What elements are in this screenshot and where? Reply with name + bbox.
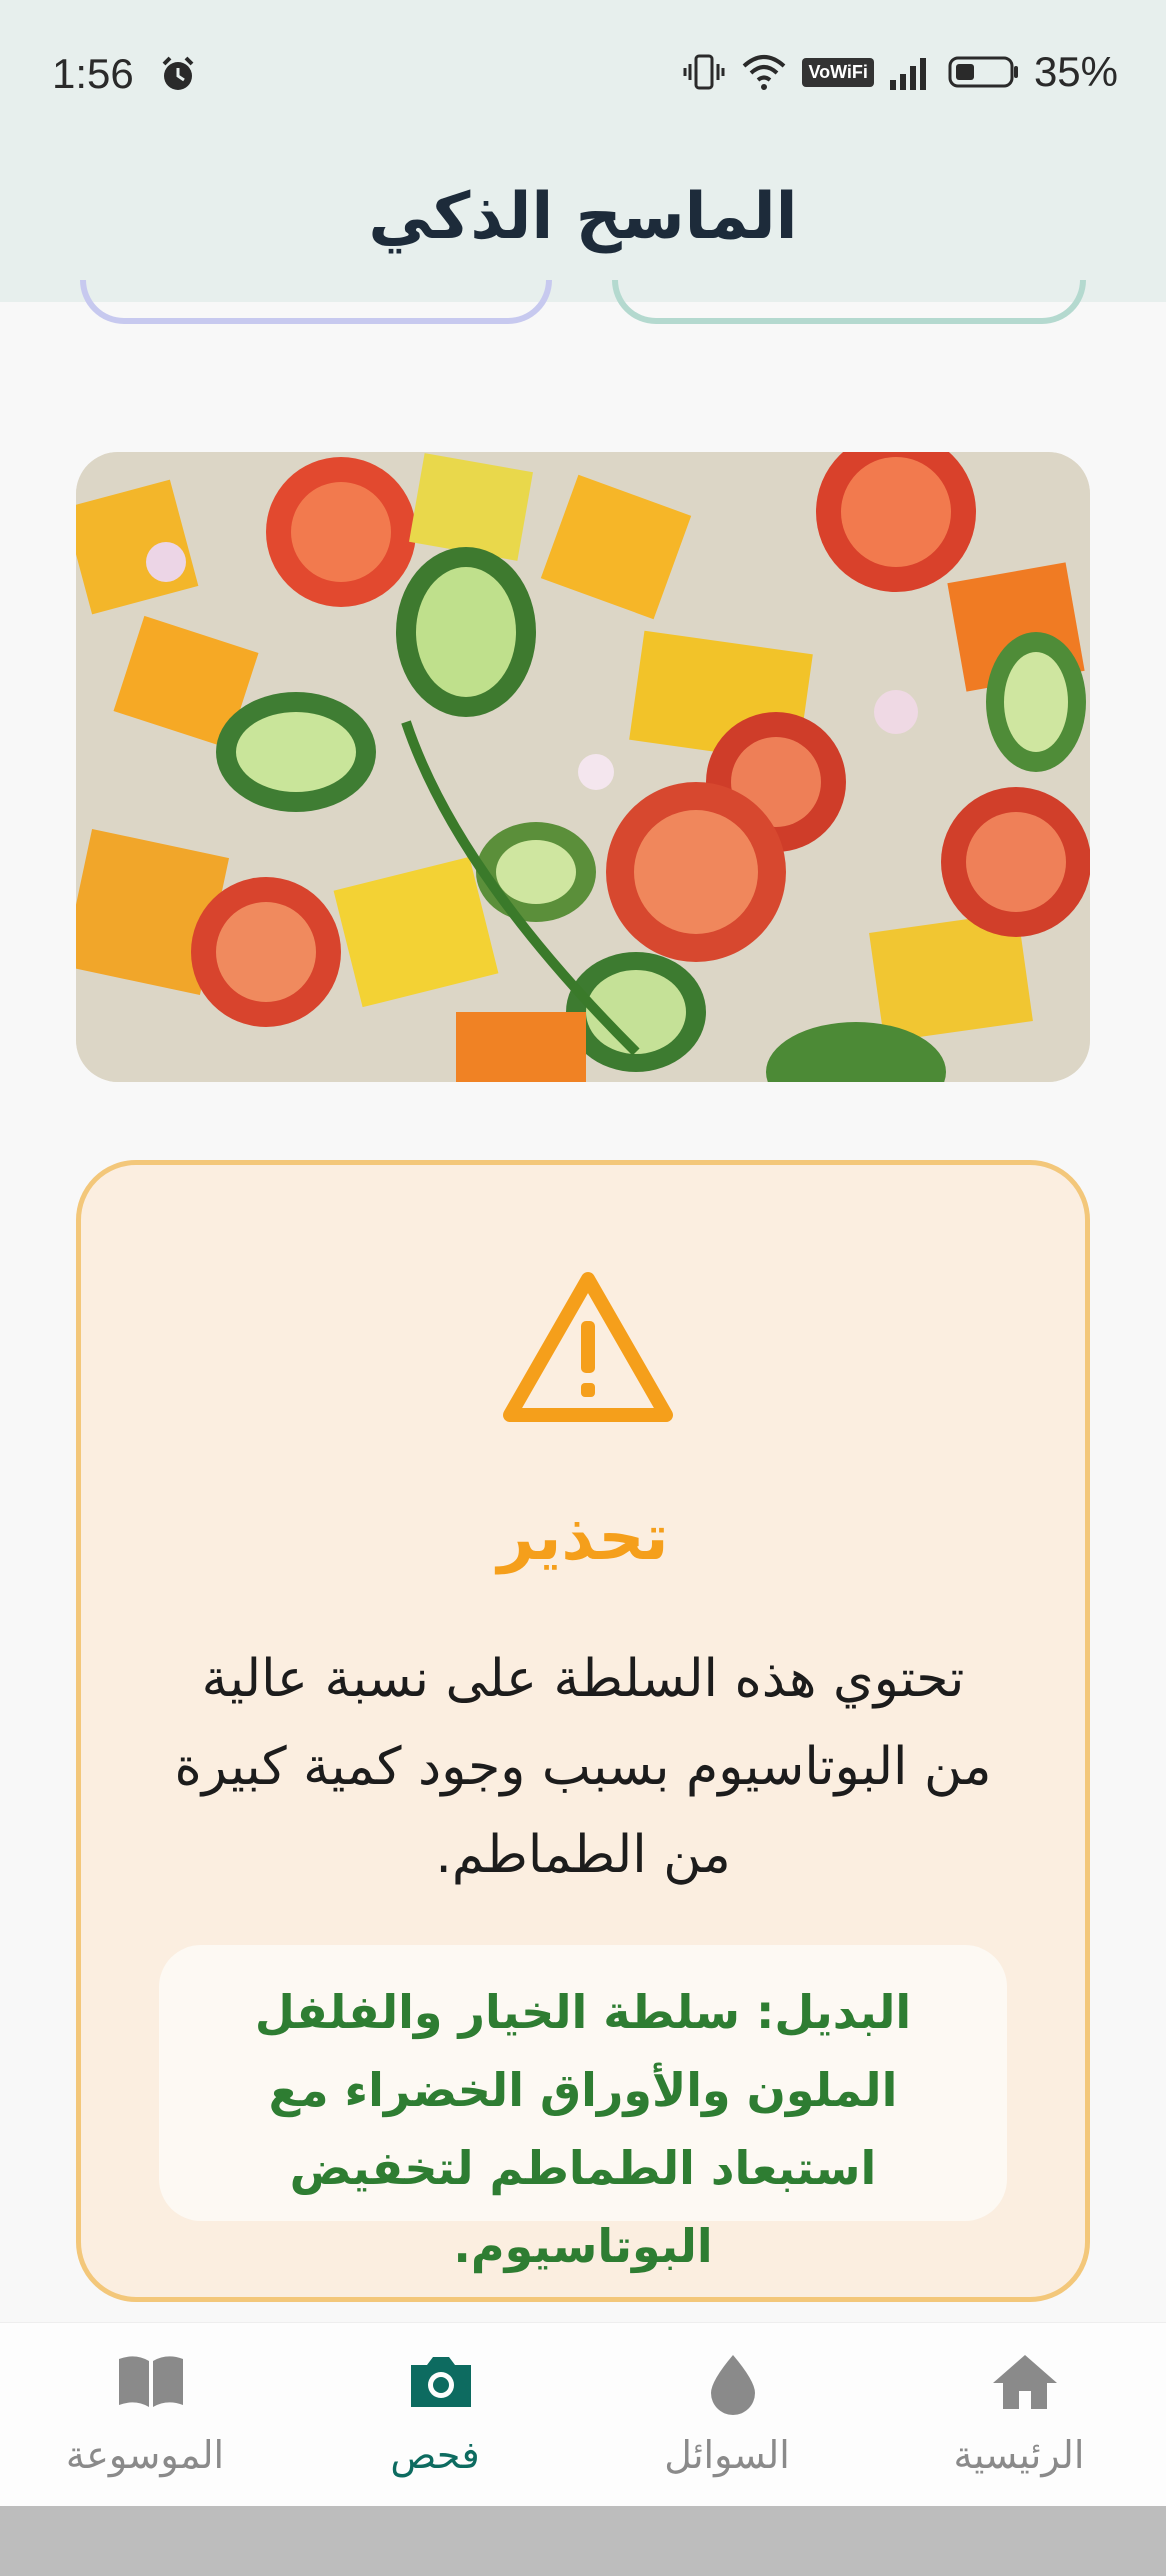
book-icon bbox=[119, 2356, 183, 2407]
vibrate-icon bbox=[683, 54, 725, 90]
nav-item-scan[interactable]: فحص bbox=[290, 2323, 580, 2507]
nav-item-home[interactable]: الرئيسية bbox=[874, 2323, 1164, 2507]
home-icon bbox=[993, 2355, 1057, 2409]
alarm-icon bbox=[162, 56, 194, 90]
battery-percent: 35% bbox=[1033, 48, 1118, 95]
warning-title: تحذير bbox=[497, 1501, 669, 1575]
scrolled-button-left[interactable] bbox=[80, 280, 552, 324]
status-bar: 1:56 VoWiFi 35% bbox=[0, 0, 1166, 150]
battery-icon bbox=[948, 56, 1018, 88]
warning-card: تحذير تحتوي هذه السلطة على نسبة عالية من… bbox=[76, 1160, 1090, 2302]
nav-item-fluids[interactable]: السوائل bbox=[582, 2323, 872, 2507]
scrolled-button-right[interactable] bbox=[612, 280, 1086, 324]
drop-icon bbox=[711, 2355, 755, 2415]
vowifi-badge: VoWiFi bbox=[802, 57, 874, 87]
signal-icon bbox=[889, 58, 926, 90]
nav-label-scan: فحص bbox=[390, 2433, 480, 2477]
bottom-nav: الموسوعة فحص السوائل الرئيسية bbox=[0, 2322, 1166, 2507]
system-gesture-bar bbox=[0, 2506, 1166, 2576]
wifi-icon bbox=[743, 55, 786, 90]
nav-item-encyclopedia[interactable]: الموسوعة bbox=[0, 2323, 290, 2507]
status-icons: VoWiFi 35% bbox=[682, 48, 1118, 96]
status-time: 1:56 bbox=[52, 50, 134, 97]
alternative-suggestion: البديل: سلطة الخيار والفلفل الملون والأو… bbox=[159, 1945, 1007, 2273]
warning-message: تحتوي هذه السلطة على نسبة عالية من البوت… bbox=[174, 1649, 992, 1885]
nav-label-encyclopedia: الموسوعة bbox=[65, 2433, 225, 2477]
nav-label-fluids: السوائل bbox=[664, 2433, 790, 2477]
camera-icon bbox=[411, 2357, 471, 2407]
nav-label-home: الرئيسية bbox=[953, 2433, 1085, 2477]
salad-photo bbox=[76, 452, 1090, 1082]
page-title: الماسح الذكي bbox=[368, 180, 798, 254]
warning-triangle-icon bbox=[503, 1272, 673, 1422]
